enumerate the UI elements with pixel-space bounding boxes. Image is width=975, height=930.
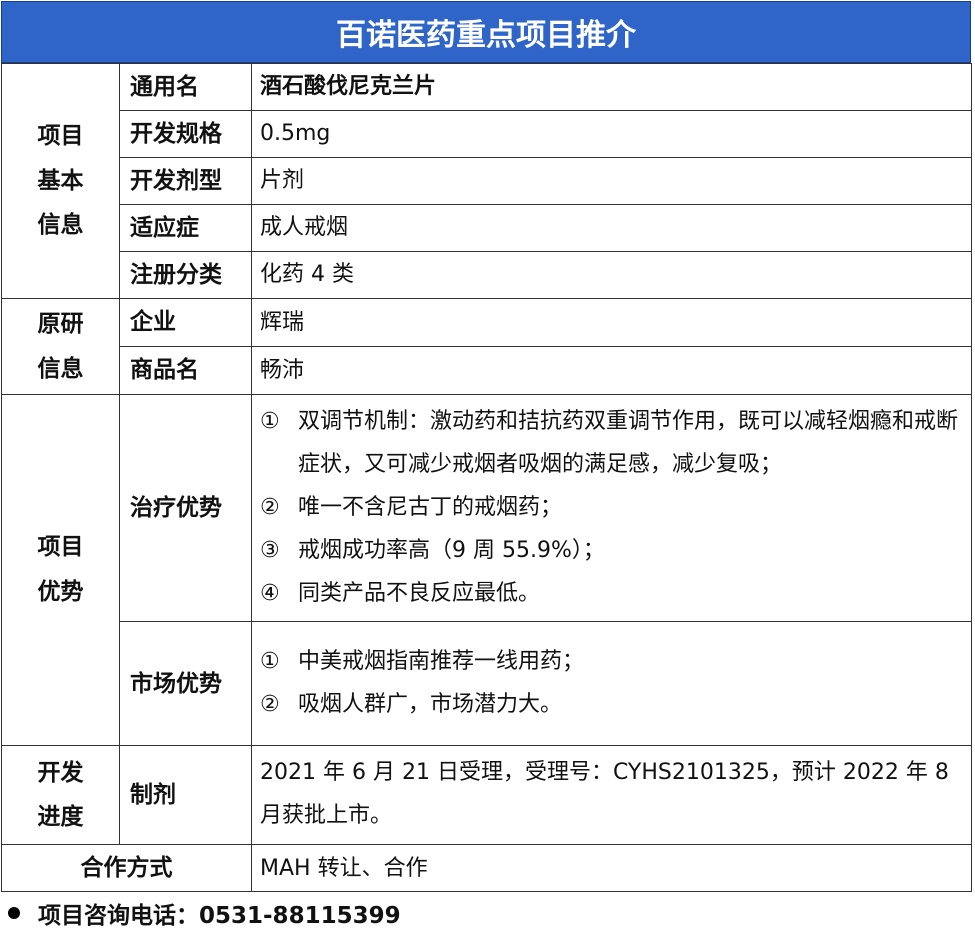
row-value: 酒石酸伐尼克兰片 — [251, 63, 972, 111]
market-list: ① 中美戒烟指南推荐一线用药； ② 吸烟人群广，市场潜力大。 — [251, 621, 972, 747]
list-item: ③ 戒烟成功率高（9 周 55.9%）； — [260, 530, 963, 573]
section-progress: 开发 进度 — [1, 745, 120, 846]
table-row: 开发剂型 片剂 — [2, 157, 972, 205]
section-label: 项目 优势 — [37, 534, 84, 606]
page-title: 百诺医药重点项目推介 — [1, 1, 971, 63]
section-basic-info: 项目 基本 信息 — [1, 63, 120, 299]
bullet-icon — [8, 907, 20, 919]
table-row: 开发规格 0.5mg — [2, 110, 972, 158]
item-number: ③ — [260, 537, 280, 563]
row-value: 化药 4 类 — [251, 251, 972, 299]
cooperation-value: MAH 转让、合作 — [251, 844, 972, 893]
row-label: 治疗优势 — [119, 393, 252, 623]
row-label: 适应症 — [119, 204, 252, 252]
item-text: 双调节机制：激动药和拮抗药双重调节作用，既可以减轻烟瘾和戒断症状，又可减少戒烟者… — [298, 409, 959, 477]
contact-line: 项目咨询电话：0531-88115399 — [8, 896, 401, 930]
row-value: 0.5mg — [251, 110, 972, 158]
row-label: 开发规格 — [119, 110, 252, 158]
item-text: 吸烟人群广，市场潜力大。 — [298, 691, 563, 717]
list-item: ② 唯一不含尼古丁的戒烟药； — [260, 487, 963, 530]
row-label: 通用名 — [119, 63, 252, 111]
section-label: 项目 基本 信息 — [37, 122, 84, 239]
treatment-list: ① 双调节机制：激动药和拮抗药双重调节作用，既可以减轻烟瘾和戒断症状，又可减少戒烟… — [251, 393, 972, 623]
row-value: 片剂 — [251, 157, 972, 205]
section-label: 原研 信息 — [37, 310, 84, 382]
table-row: 项目 优势 治疗优势 ① 双调节机制：激动药和拮抗药双重调节作用，既可以减轻烟瘾和… — [1, 393, 972, 747]
row-value: 辉瑞 — [251, 298, 972, 347]
list-item: ② 吸烟人群广，市场潜力大。 — [260, 684, 963, 727]
item-text: 戒烟成功率高（9 周 55.9%）； — [298, 537, 605, 563]
contact-phone: 项目咨询电话：0531-88115399 — [38, 903, 401, 929]
list-item: ① 中美戒烟指南推荐一线用药； — [260, 641, 963, 684]
table-row: 适应症 成人戒烟 — [2, 204, 972, 252]
row-label: 注册分类 — [119, 251, 252, 299]
table-row: 原研 信息 企业 辉瑞 — [1, 298, 972, 395]
project-sheet: 百诺医药重点项目推介 项目 基本 信息 通用名 酒石酸伐尼克兰片 开发规格 0.… — [1, 1, 972, 893]
table-row: 合作方式 MAH 转让、合作 — [1, 844, 972, 893]
row-label: 商品名 — [119, 346, 252, 395]
row-label: 开发剂型 — [119, 157, 252, 205]
list-item: ① 双调节机制：激动药和拮抗药双重调节作用，既可以减轻烟瘾和戒断症状，又可减少戒烟… — [260, 401, 963, 487]
item-text: 唯一不含尼古丁的戒烟药； — [298, 494, 563, 520]
item-text: 中美戒烟指南推荐一线用药； — [298, 649, 585, 675]
section-label: 开发 进度 — [37, 759, 84, 831]
cooperation-label: 合作方式 — [1, 844, 252, 893]
item-number: ① — [260, 409, 280, 434]
item-number: ① — [260, 649, 280, 675]
row-label: 企业 — [119, 298, 252, 347]
section-advantage: 项目 优势 — [1, 393, 120, 747]
item-number: ② — [260, 691, 280, 717]
item-number: ④ — [260, 580, 280, 606]
row-value: 成人戒烟 — [251, 204, 972, 252]
table-row: 开发 进度 制剂 2021 年 6 月 21 日受理，受理号：CYHS21013… — [1, 745, 972, 846]
item-text: 同类产品不良反应最低。 — [298, 580, 541, 606]
row-value: 2021 年 6 月 21 日受理，受理号：CYHS2101325，预计 202… — [251, 745, 972, 846]
list-item: ④ 同类产品不良反应最低。 — [260, 573, 963, 616]
section-origin-info: 原研 信息 — [1, 298, 120, 395]
table-row: 市场优势 ① 中美戒烟指南推荐一线用药； ② 吸烟人群广，市场潜力大。 — [2, 621, 972, 747]
table-row: 注册分类 化药 4 类 — [2, 251, 972, 299]
row-label: 制剂 — [119, 745, 252, 846]
row-value: 畅沛 — [251, 346, 972, 395]
table-row: 商品名 畅沛 — [2, 346, 972, 395]
row-label: 市场优势 — [119, 621, 252, 747]
info-table: 项目 基本 信息 通用名 酒石酸伐尼克兰片 开发规格 0.5mg 开发剂型 片剂… — [1, 63, 972, 893]
table-row: 项目 基本 信息 通用名 酒石酸伐尼克兰片 — [1, 63, 972, 299]
item-number: ② — [260, 494, 280, 520]
